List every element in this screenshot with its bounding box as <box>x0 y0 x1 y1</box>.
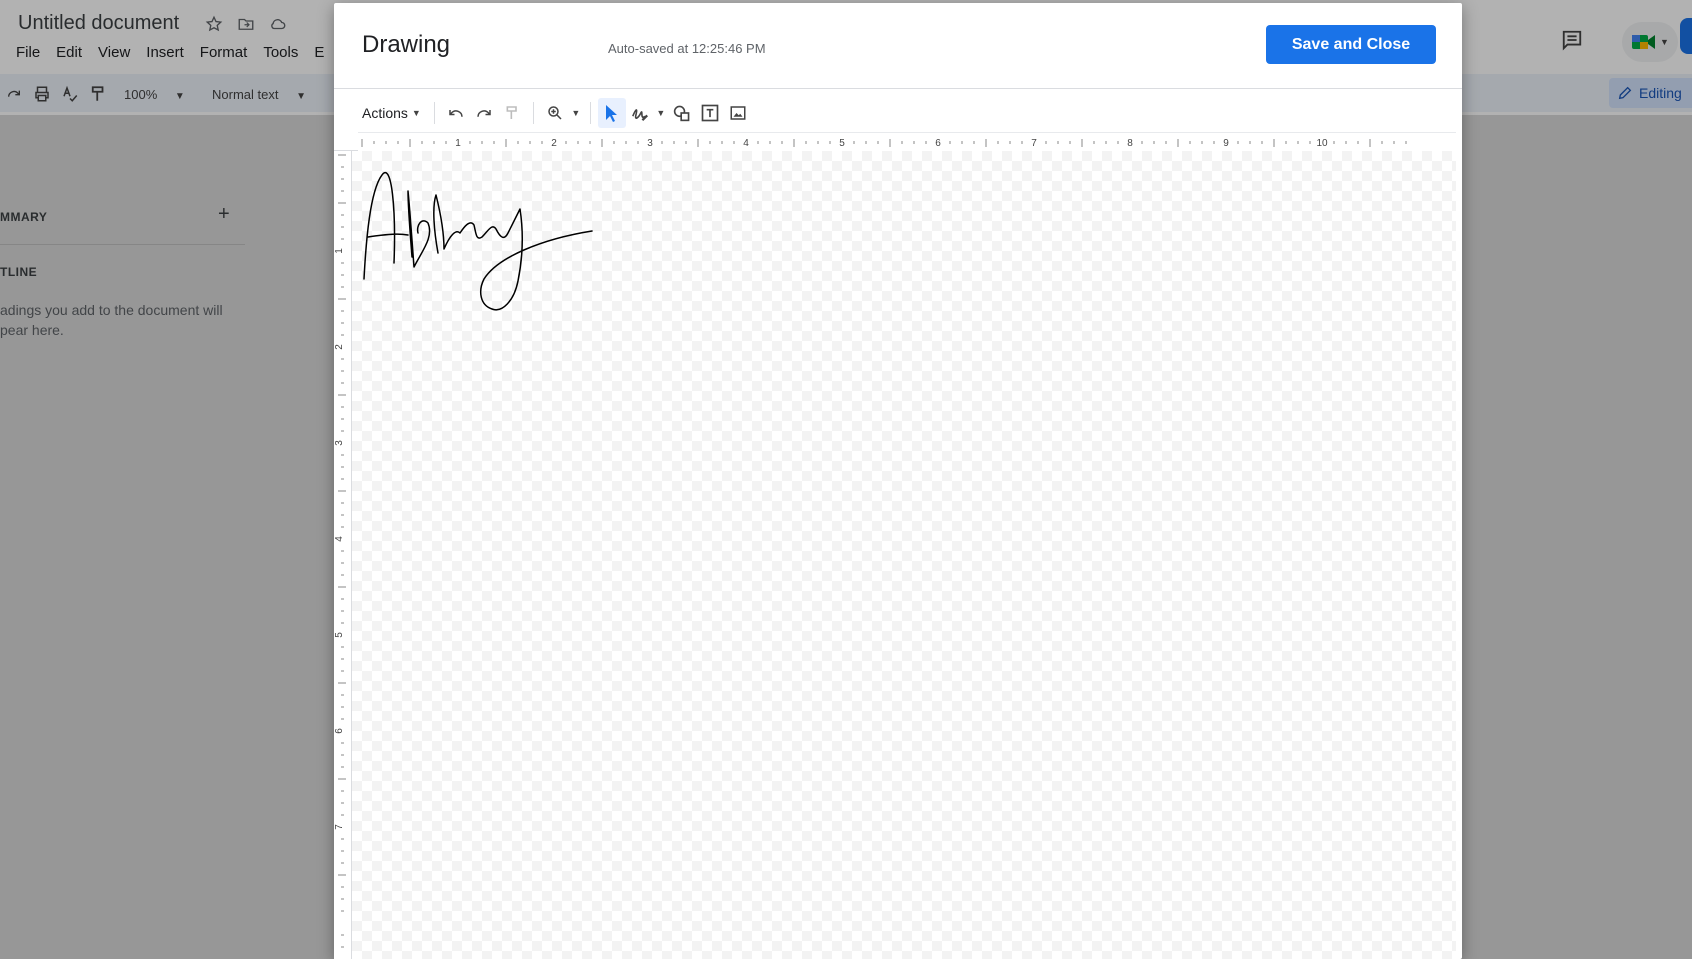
toolbar-separator <box>532 102 534 124</box>
ruler-label: 4 <box>743 138 749 149</box>
line-tool-button[interactable] <box>626 98 654 128</box>
vertical-ruler: 1 2 3 4 5 6 7 <box>334 151 352 959</box>
cursor-arrow-icon <box>605 105 617 122</box>
shape-tool-button[interactable] <box>668 98 696 128</box>
chevron-down-icon: ▼ <box>411 108 421 118</box>
text-box-icon <box>701 104 719 122</box>
zoom-in-icon <box>548 106 562 120</box>
chevron-down-icon: ▼ <box>571 108 581 118</box>
ruler-label: 1 <box>334 248 345 254</box>
toolbar-separator <box>433 102 435 124</box>
dialog-header-divider <box>334 88 1462 89</box>
zoom-button[interactable] <box>541 98 569 128</box>
dialog-title: Drawing <box>362 31 451 58</box>
drawing-dialog: Drawing Auto-saved at 12:25:46 PM Save a… <box>334 3 1462 959</box>
drawing-toolbar: Actions ▼ ▼ ▼ <box>356 97 752 129</box>
horizontal-ruler: 1 2 3 4 5 6 7 8 9 10 <box>358 132 1456 152</box>
ruler-label: 1 <box>455 138 461 149</box>
paint-format-icon <box>506 106 517 119</box>
ruler-label: 7 <box>1031 138 1037 149</box>
redo-icon <box>477 110 491 117</box>
ruler-label: 5 <box>334 632 345 638</box>
line-tool-dropdown[interactable]: ▼ <box>654 98 668 128</box>
ruler-label: 7 <box>334 824 345 830</box>
ruler-label: 3 <box>334 440 345 446</box>
ruler-label: 2 <box>551 138 557 149</box>
ruler-label: 6 <box>334 728 345 734</box>
redo-button[interactable] <box>470 98 498 128</box>
signature-drawing[interactable] <box>352 151 1456 959</box>
ruler-label: 8 <box>1127 138 1133 149</box>
image-icon <box>730 106 746 120</box>
ruler-label: 5 <box>839 138 845 149</box>
chevron-down-icon: ▼ <box>656 108 666 118</box>
signature-stroke <box>363 171 593 311</box>
ruler-label: 4 <box>334 536 345 542</box>
undo-button[interactable] <box>442 98 470 128</box>
insert-image-button[interactable] <box>724 98 752 128</box>
zoom-dropdown[interactable]: ▼ <box>569 98 583 128</box>
ruler-corner <box>334 132 358 151</box>
actions-label: Actions <box>362 105 408 121</box>
paint-format-button[interactable] <box>498 98 526 128</box>
actions-menu[interactable]: Actions ▼ <box>356 98 427 128</box>
scribble-icon <box>631 109 648 121</box>
shapes-icon <box>673 105 690 122</box>
toolbar-separator <box>589 102 591 124</box>
autosave-status: Auto-saved at 12:25:46 PM <box>608 41 766 56</box>
ruler-label: 9 <box>1223 138 1229 149</box>
drawing-canvas[interactable] <box>352 151 1456 959</box>
ruler-label: 2 <box>334 344 345 350</box>
select-tool-button[interactable] <box>597 98 626 128</box>
ruler-label: 6 <box>935 138 941 149</box>
ruler-label: 10 <box>1316 138 1328 149</box>
save-and-close-button[interactable]: Save and Close <box>1266 25 1436 64</box>
ruler-label: 3 <box>647 138 653 149</box>
undo-icon <box>449 110 463 117</box>
text-box-button[interactable] <box>696 98 724 128</box>
